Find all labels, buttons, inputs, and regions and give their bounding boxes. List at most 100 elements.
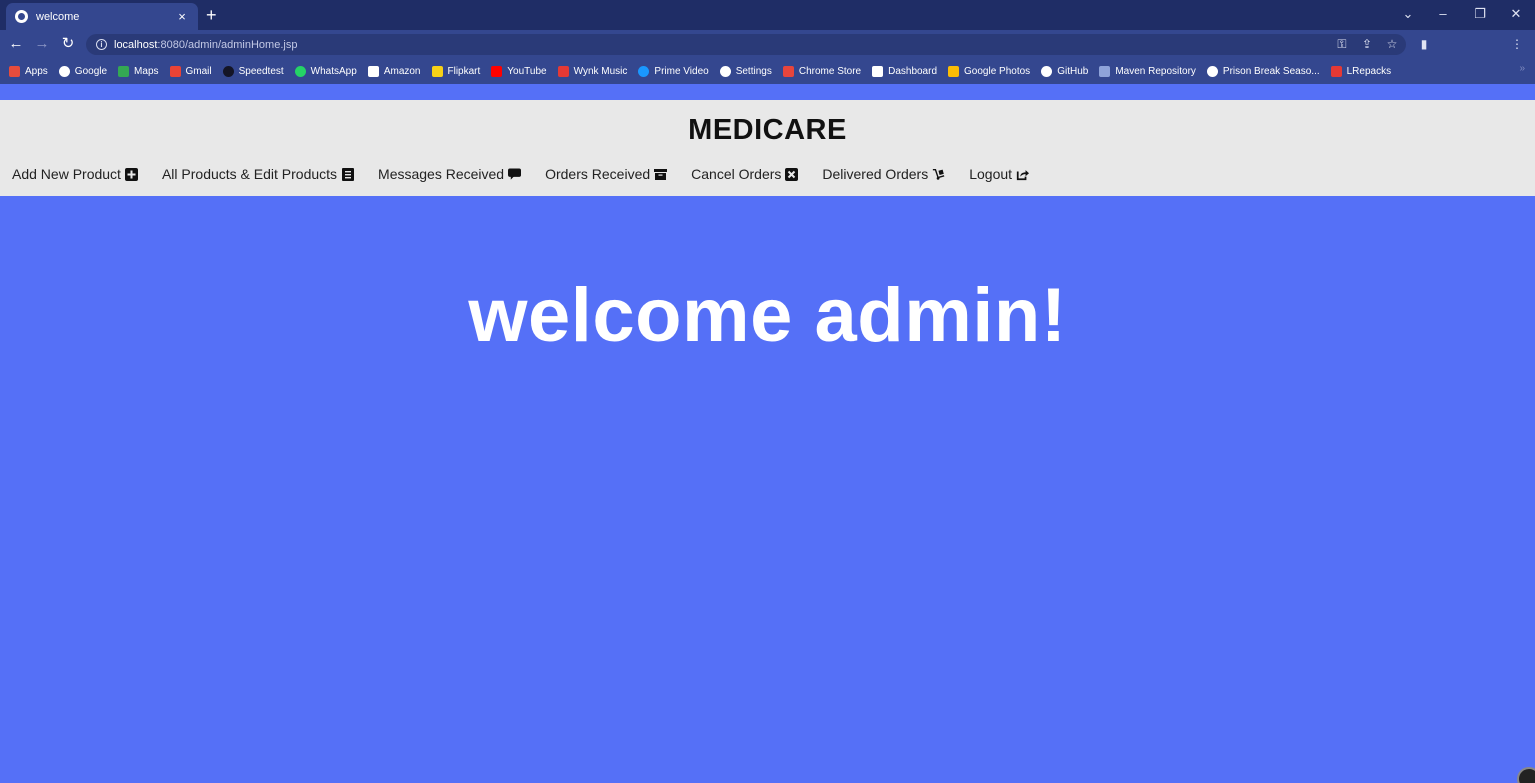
tab-close-button[interactable]: × [175, 9, 189, 24]
bookmark-item[interactable]: Wynk Music [557, 65, 628, 77]
wordpress-icon [1206, 65, 1218, 77]
gmail-icon [169, 65, 181, 77]
floating-widget-icon[interactable] [1517, 767, 1535, 783]
browser-tabstrip: welcome × + ⌄ – ❐ ✕ [0, 0, 1535, 30]
bookmark-star-icon[interactable]: ☆ [1384, 34, 1400, 55]
bookmark-item[interactable]: LRepacks [1330, 65, 1392, 77]
site-header: MEDICARE Add New Product All Products & E… [0, 100, 1535, 196]
bookmark-item[interactable]: Chrome Store [782, 65, 861, 77]
prime-video-icon [638, 65, 650, 77]
bookmark-item[interactable]: Speedtest [222, 65, 284, 77]
bookmark-label: WhatsApp [310, 65, 357, 77]
amazon-icon [367, 65, 379, 77]
dolly-icon [932, 168, 945, 181]
plus-square-icon [124, 167, 138, 181]
nav-messages-received[interactable]: Messages Received [378, 166, 522, 182]
password-key-icon[interactable]: ⚿ [1334, 34, 1350, 55]
bookmark-label: Wynk Music [573, 65, 628, 77]
tab-search-icon[interactable]: ⌄ [1398, 4, 1418, 24]
dashboard-icon [872, 65, 884, 77]
speedtest-icon [222, 65, 234, 77]
site-brand: MEDICARE [688, 114, 847, 146]
nav-label: Orders Received [545, 166, 651, 182]
share-square-icon [1016, 168, 1030, 181]
admin-nav: Add New Product All Products & Edit Produ… [12, 166, 1030, 182]
restore-button[interactable]: ❐ [1470, 4, 1490, 24]
top-spacer [0, 84, 1535, 100]
bookmark-label: Speedtest [238, 65, 284, 77]
new-tab-button[interactable]: + [206, 4, 217, 26]
bookmark-item[interactable]: Amazon [367, 65, 421, 77]
bookmark-item[interactable]: Settings [719, 65, 772, 77]
share-icon[interactable]: ⇪ [1359, 34, 1375, 55]
address-bar[interactable]: i localhost :8080/admin/adminHome.jsp [86, 34, 1406, 55]
maps-icon [118, 65, 130, 77]
bookmark-label: Google Photos [964, 65, 1031, 77]
menu-dots-icon[interactable]: ⋮ [1509, 34, 1525, 55]
bookmark-label: Prime Video [654, 65, 709, 77]
close-window-button[interactable]: ✕ [1506, 4, 1526, 24]
reload-icon[interactable]: ↻ [58, 34, 78, 54]
comment-icon [508, 167, 522, 181]
bookmarks-bar: Apps Google Maps Gmail Speedtest WhatsApp Amaz… [0, 58, 1535, 84]
back-arrow-icon[interactable]: ← [6, 34, 26, 54]
bookmark-item[interactable]: YouTube [491, 65, 547, 77]
forward-arrow-icon[interactable]: → [32, 34, 52, 54]
browser-tab[interactable]: welcome × [6, 3, 198, 30]
nav-logout[interactable]: Logout [969, 166, 1030, 182]
globe-icon [15, 10, 28, 23]
nav-cancel-orders[interactable]: Cancel Orders [691, 166, 799, 182]
bookmark-label: Amazon [383, 65, 421, 77]
bookmark-item[interactable]: Maps [118, 65, 159, 77]
bookmark-label: Gmail [185, 65, 212, 77]
url-host: localhost [114, 38, 158, 51]
lrepacks-icon [1330, 65, 1342, 77]
bookmark-label: Settings [735, 65, 772, 77]
nav-all-products-edit-products[interactable]: All Products & Edit Products [162, 166, 354, 182]
nav-label: Logout [969, 166, 1013, 182]
bookmark-item[interactable]: Google Photos [948, 65, 1031, 77]
bookmark-label: LRepacks [1346, 65, 1392, 77]
bookmark-item[interactable]: Apps [9, 65, 48, 77]
bookmark-item[interactable]: Maven Repository [1099, 65, 1196, 77]
nav-delivered-orders[interactable]: Delivered Orders [822, 166, 945, 182]
github-icon [1041, 65, 1053, 77]
nav-label: All Products & Edit Products [161, 166, 338, 182]
nav-label: Cancel Orders [691, 166, 782, 182]
bookmark-item[interactable]: Dashboard [872, 65, 938, 77]
bookmark-item[interactable]: Prime Video [638, 65, 709, 77]
nav-add-new-product[interactable]: Add New Product [12, 166, 138, 182]
minimize-button[interactable]: – [1433, 4, 1453, 24]
nav-label: Messages Received [378, 166, 505, 182]
bookmark-label: YouTube [507, 65, 547, 77]
bookmark-label: Apps [25, 65, 48, 77]
bookmark-label: Dashboard [888, 65, 938, 77]
bookmark-item[interactable]: Google [58, 65, 108, 77]
bookmark-label: Flipkart [447, 65, 481, 77]
google-photos-icon [948, 65, 960, 77]
maven-icon [1099, 65, 1111, 77]
chrome-store-icon [782, 65, 794, 77]
bookmark-label: Google [74, 65, 108, 77]
archive-icon [654, 168, 668, 181]
bookmark-label: Maps [134, 65, 159, 77]
gear-icon [719, 65, 731, 77]
site-info-icon[interactable]: i [96, 39, 107, 50]
nav-orders-received[interactable]: Orders Received [545, 166, 668, 182]
bookmark-item[interactable]: Flipkart [431, 65, 481, 77]
bookmark-item[interactable]: Gmail [169, 65, 212, 77]
bookmark-item[interactable]: WhatsApp [294, 65, 357, 77]
side-panel-icon[interactable]: ▮ [1416, 34, 1432, 55]
wynk-icon [557, 65, 569, 77]
google-icon [58, 65, 70, 77]
apps-grid-icon [9, 65, 20, 77]
bookmarks-overflow-icon[interactable]: » [1519, 63, 1525, 74]
bookmark-item[interactable]: GitHub [1041, 65, 1089, 77]
welcome-heading: welcome admin! [468, 273, 1067, 358]
youtube-icon [491, 65, 503, 77]
browser-toolbar: ← → ↻ i localhost :8080/admin/adminHome.… [0, 30, 1535, 58]
bookmark-item[interactable]: Prison Break Seaso... [1206, 65, 1320, 77]
bookmark-label: GitHub [1057, 65, 1089, 77]
nav-label: Delivered Orders [822, 166, 929, 182]
tab-title: welcome [36, 10, 80, 23]
